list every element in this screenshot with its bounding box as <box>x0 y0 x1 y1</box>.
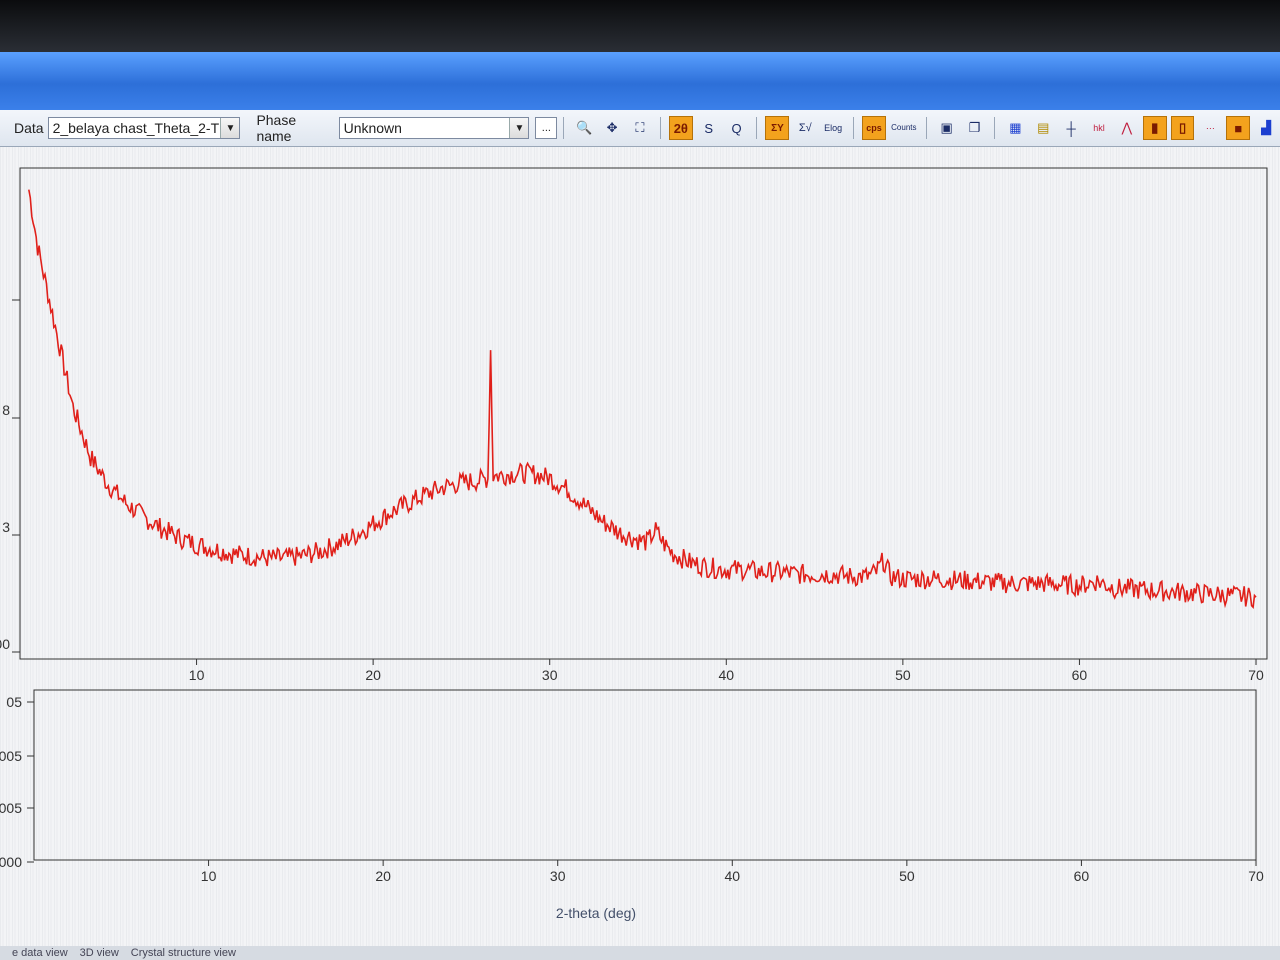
y-tick-label: 05 <box>6 694 22 710</box>
x-tick-label: 70 <box>1248 667 1264 683</box>
data-label: Data <box>14 120 44 136</box>
x-tick-label: 30 <box>550 868 566 884</box>
log-button[interactable]: Elog <box>821 116 845 140</box>
box-icon[interactable]: ■ <box>1226 116 1251 140</box>
x-tick-label: 10 <box>189 667 205 683</box>
copy-icon[interactable]: ❐ <box>963 116 987 140</box>
bars2-icon[interactable]: ▯ <box>1170 116 1195 140</box>
y-tick-label: 005 <box>0 800 22 816</box>
fit-icon[interactable]: ⛶ <box>628 116 652 140</box>
x-tick-label: 50 <box>899 868 915 884</box>
x-tick-label: 30 <box>542 667 558 683</box>
x-tick-label: 10 <box>201 868 217 884</box>
export-icon[interactable]: ▣ <box>935 116 959 140</box>
phase-label: Phase name <box>256 112 297 144</box>
separator <box>659 117 661 139</box>
more-button[interactable]: ... <box>535 117 558 139</box>
q-button[interactable]: Q <box>725 116 749 140</box>
tab-data-view[interactable]: e data view <box>12 947 68 959</box>
bars-icon[interactable]: ▮ <box>1142 116 1167 140</box>
x-tick-label: 20 <box>375 868 391 884</box>
plot-background <box>0 147 1280 947</box>
marker-icon[interactable]: ▤ <box>1031 116 1055 140</box>
toolbar: Data 2_belaya chast_Theta_2-T ▼ Phase na… <box>0 110 1280 147</box>
x-tick-label: 70 <box>1248 868 1264 884</box>
separator <box>563 117 565 139</box>
counts-button[interactable]: Counts <box>890 116 918 140</box>
zoom-icon[interactable]: 🔍 <box>572 116 596 140</box>
monitor-bezel <box>0 0 1280 52</box>
y-tick-label: 8 <box>2 402 10 418</box>
window-titlebar <box>0 52 1280 110</box>
x-tick-label: 40 <box>724 868 740 884</box>
x-tick-label: 60 <box>1072 667 1088 683</box>
x-tick-label: 20 <box>365 667 381 683</box>
pan-icon[interactable]: ✥ <box>600 116 624 140</box>
data-select[interactable]: 2_belaya chast_Theta_2-T ▼ <box>47 117 241 139</box>
plot-workspace: 10 20 30 40 50 60 70 10 20 30 40 50 60 70 8 3 00 05 005… <box>0 147 1280 947</box>
s-button[interactable]: S <box>697 116 721 140</box>
y-tick-label: 000 <box>0 854 22 870</box>
cps-button[interactable]: cps <box>862 116 886 140</box>
view-tabs: e data view 3D view Crystal structure vi… <box>0 946 1280 960</box>
separator <box>756 117 758 139</box>
chevron-down-icon[interactable]: ▼ <box>509 118 529 138</box>
dots-icon[interactable]: ⋯ <box>1198 116 1222 140</box>
separator <box>853 117 855 139</box>
x-tick-label: 40 <box>718 667 734 683</box>
hkl-icon[interactable]: hkl <box>1087 116 1111 140</box>
data-select-value: 2_belaya chast_Theta_2-T <box>52 120 220 136</box>
separator <box>994 117 996 139</box>
x-tick-label: 60 <box>1074 868 1090 884</box>
phase-select-value: Unknown <box>343 120 402 136</box>
chevron-down-icon[interactable]: ▼ <box>220 118 240 138</box>
grid-icon[interactable]: ▦ <box>1003 116 1027 140</box>
sum-y-button[interactable]: ΣY <box>765 116 790 140</box>
y-tick-label: 005 <box>0 748 22 764</box>
x-tick-label: 50 <box>895 667 911 683</box>
y-tick-label: 00 <box>0 636 10 652</box>
plot-canvas[interactable]: 10 20 30 40 50 60 70 10 20 30 40 50 60 70 8 3 00 05 005… <box>0 147 1280 947</box>
separator <box>925 117 927 139</box>
tab-3d-view[interactable]: 3D view <box>80 947 119 959</box>
tab-crystal-structure-view[interactable]: Crystal structure view <box>131 947 236 959</box>
phase-select[interactable]: Unknown ▼ <box>338 117 530 139</box>
x-axis-title: 2-theta (deg) <box>556 905 636 921</box>
y-tick-label: 3 <box>2 519 10 535</box>
tick-icon[interactable]: ┼ <box>1059 116 1083 140</box>
two-theta-button[interactable]: 2θ <box>668 116 693 140</box>
sqrt-button[interactable]: Σ√ <box>793 116 817 140</box>
peak-icon[interactable]: ⋀ <box>1115 116 1139 140</box>
chart-icon[interactable]: ▟ <box>1254 116 1278 140</box>
